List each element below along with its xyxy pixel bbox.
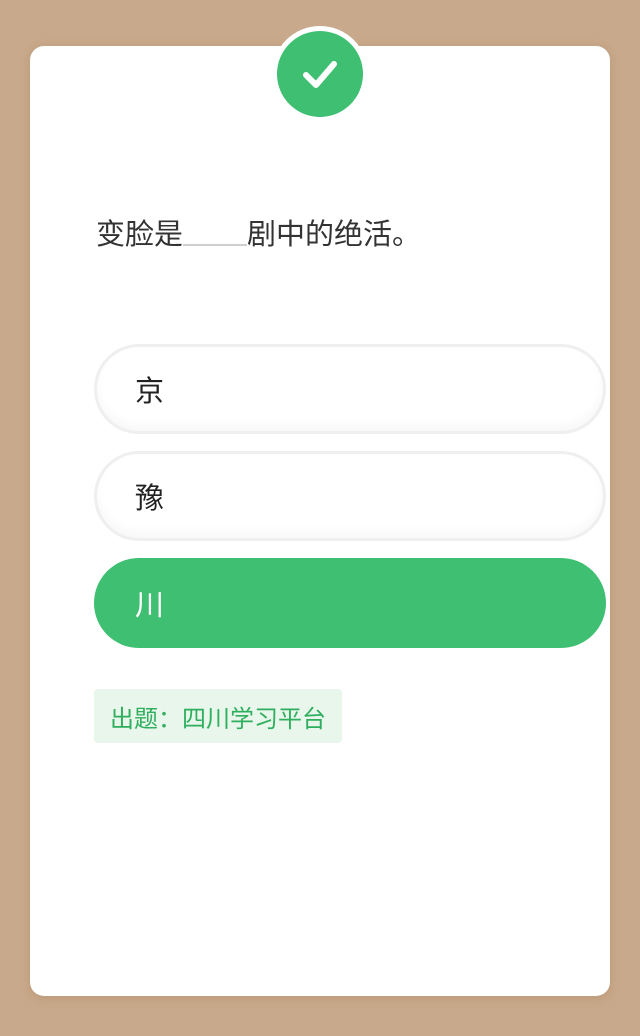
question-prefix: 变脸是 <box>96 217 184 251</box>
question-suffix: 剧中的绝活。 <box>247 217 422 251</box>
source-tag: 出题：四川学习平台 <box>94 689 342 743</box>
checkmark-badge <box>277 31 363 117</box>
correct-status-badge <box>272 26 368 122</box>
answer-blank <box>183 218 248 246</box>
option-label: 京 <box>135 374 165 408</box>
option-jing[interactable]: 京 <box>94 344 606 434</box>
question-text: 变脸是 剧中的绝活。 <box>96 210 421 258</box>
option-label: 川 <box>135 588 165 622</box>
quiz-card: 变脸是 剧中的绝活。 京 豫 川 出题：四川学习平台 <box>30 46 610 996</box>
checkmark-icon <box>303 61 337 88</box>
option-yu[interactable]: 豫 <box>94 451 606 541</box>
option-chuan-selected[interactable]: 川 <box>94 558 606 648</box>
source-label: 出题：四川学习平台 <box>110 704 326 733</box>
option-label: 豫 <box>135 481 165 515</box>
